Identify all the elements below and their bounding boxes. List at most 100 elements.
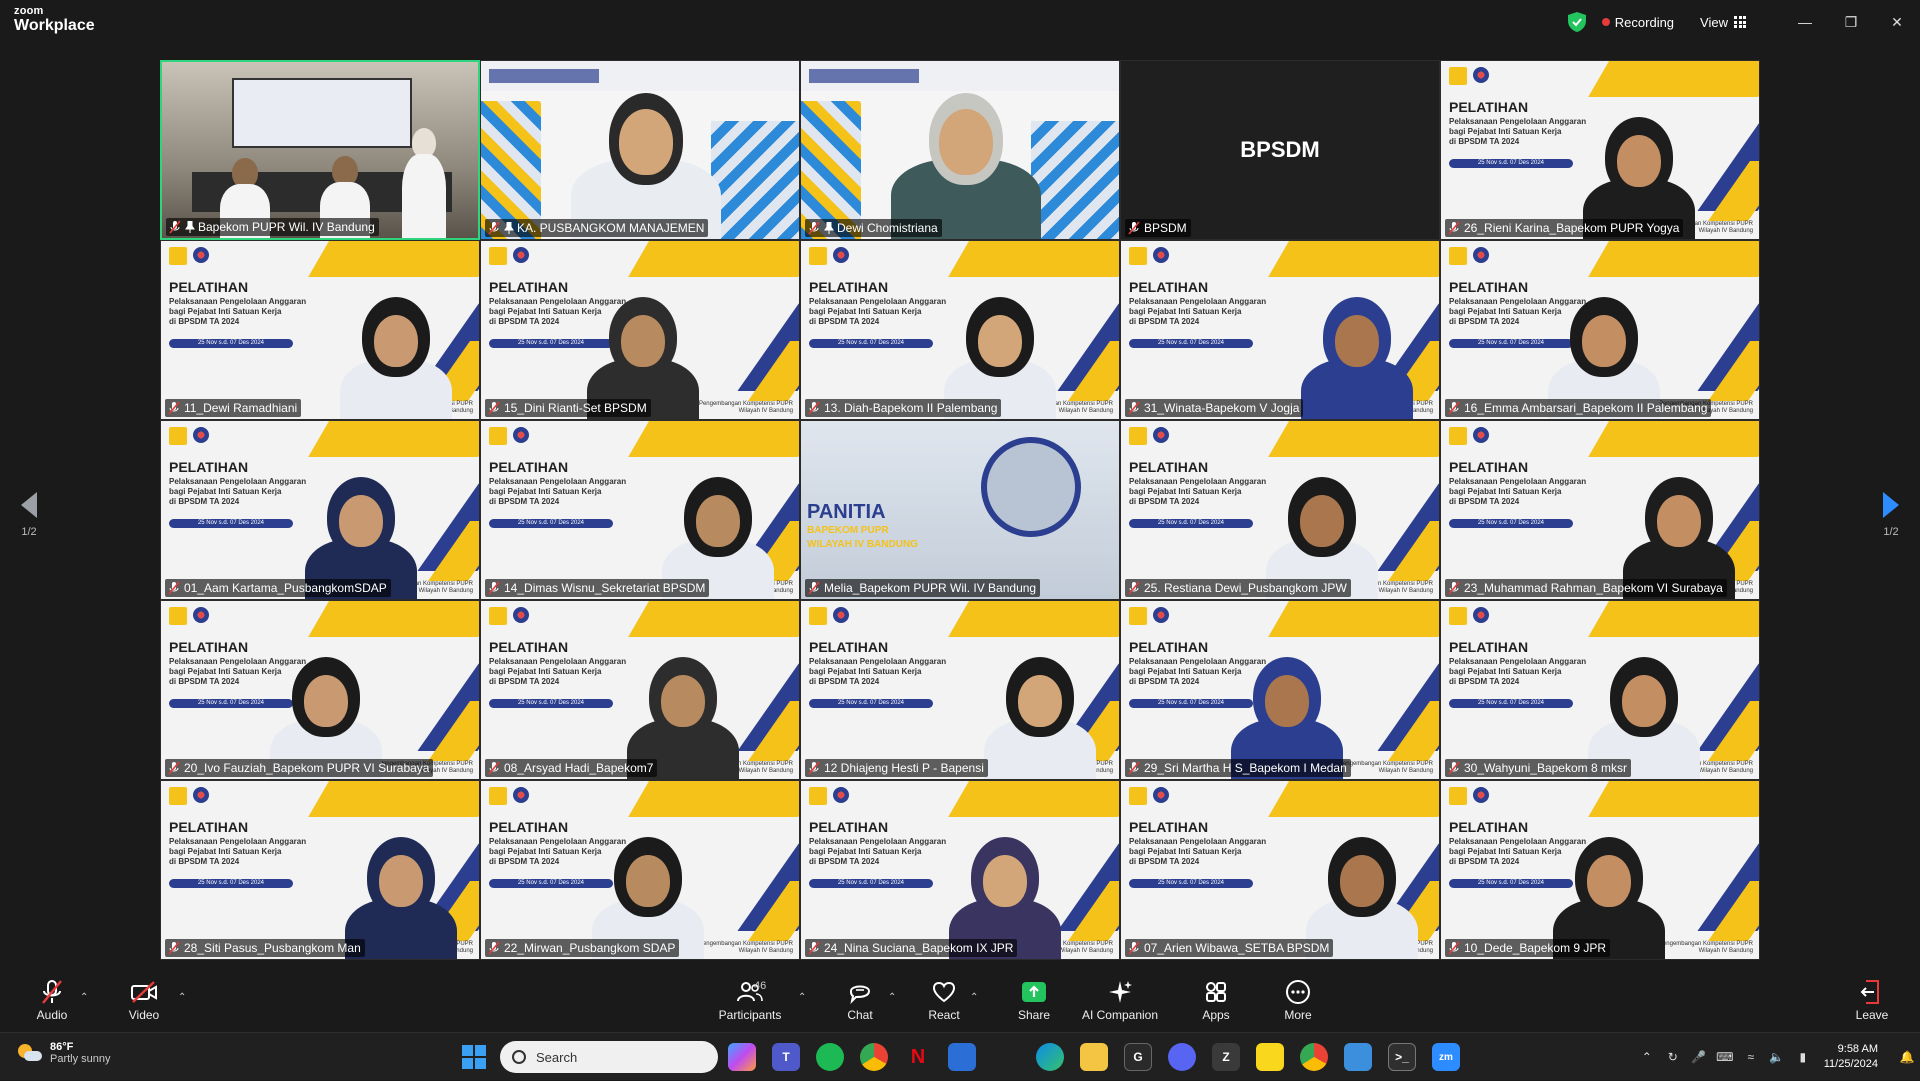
apps-button[interactable]: Apps xyxy=(1176,978,1256,1022)
participant-tile[interactable]: PELATIHAN Pelaksanaan Pengelolaan Anggara… xyxy=(1440,420,1760,600)
participant-name-label: 29_Sri Martha H S_Bapekom I Medan xyxy=(1125,759,1351,777)
share-button[interactable]: Share xyxy=(994,978,1074,1022)
slide-footer-line: Pengembangan Kompetensi PUPR xyxy=(1338,761,1433,767)
slide-date: 25 Nov s.d. 07 Des 2024 xyxy=(489,699,613,708)
participant-name-label: 26_Rieni Karina_Bapekom PUPR Yogya xyxy=(1445,219,1684,237)
participant-name-label: Dewi Chomistriana xyxy=(805,219,942,237)
participant-tile[interactable]: PANITIA BAPEKOM PUPR WILAYAH IV BANDUNG Mel… xyxy=(800,420,1120,600)
video-button[interactable]: Video xyxy=(104,978,184,1022)
copilot-icon[interactable] xyxy=(728,1043,756,1071)
participant-tile[interactable]: KA. PUSBANGKOM MANAJEMEN xyxy=(480,60,800,240)
participant-tile[interactable]: PELATIHAN Pelaksanaan Pengelolaan Anggara… xyxy=(1120,420,1440,600)
participant-tile[interactable]: PELATIHAN Pelaksanaan Pengelolaan Anggara… xyxy=(160,780,480,960)
wifi-icon[interactable]: ≈ xyxy=(1744,1033,1758,1081)
participant-tile[interactable]: PELATIHAN Pelaksanaan Pengelolaan Anggara… xyxy=(1440,780,1760,960)
terminal-icon[interactable]: >_ xyxy=(1388,1043,1416,1071)
previous-page-button[interactable]: 1/2 xyxy=(14,492,44,538)
pupr-logo-icon xyxy=(489,787,507,805)
video-options-caret[interactable]: ⌃ xyxy=(178,992,186,1003)
participant-tile[interactable]: PELATIHAN Pelaksanaan Pengelolaan Anggara… xyxy=(160,600,480,780)
spotify-icon[interactable] xyxy=(816,1043,844,1071)
participant-tile[interactable]: PELATIHAN Pelaksanaan Pengelolaan Anggara… xyxy=(800,240,1120,420)
participant-name-label: 31_Winata-Bapekom V Jogja xyxy=(1125,399,1304,417)
bpsdm-logo-icon xyxy=(1153,787,1169,803)
next-page-button[interactable]: 1/2 xyxy=(1876,492,1906,538)
slide-subtitle: Pelaksanaan Pengelolaan Anggaran bagi Pej… xyxy=(489,477,669,507)
volume-icon[interactable]: 🔈 xyxy=(1769,1033,1784,1081)
participant-name: 20_Ivo Fauziah_Bapekom PUPR VI Surabaya xyxy=(184,761,430,775)
taskbar-search-box[interactable]: Search xyxy=(500,1041,718,1073)
more-button[interactable]: More xyxy=(1258,978,1338,1022)
security-shield-icon[interactable] xyxy=(1567,12,1586,32)
bpsdm-logo-icon xyxy=(1473,67,1489,83)
battery-icon[interactable]: ▮ xyxy=(1796,1033,1810,1081)
participant-tile[interactable]: PELATIHAN Pelaksanaan Pengelolaan Anggara… xyxy=(160,420,480,600)
mic-muted-icon xyxy=(808,761,820,775)
participant-name-label: 25. Restiana Dewi_Pusbangkom JPW xyxy=(1125,579,1351,597)
participants-options-caret[interactable]: ⌃ xyxy=(798,992,806,1003)
participant-tile[interactable]: Bapekom PUPR Wil. IV Bandung xyxy=(160,60,480,240)
file-explorer-icon[interactable] xyxy=(1080,1043,1108,1071)
participant-tile[interactable]: PELATIHAN Pelaksanaan Pengelolaan Anggara… xyxy=(480,420,800,600)
participant-tile[interactable]: Dewi Chomistriana xyxy=(800,60,1120,240)
participant-tile[interactable]: PELATIHAN Pelaksanaan Pengelolaan Anggara… xyxy=(1440,60,1760,240)
ai-companion-button[interactable]: AI Companion xyxy=(1080,978,1160,1022)
participant-tile[interactable]: PELATIHAN Pelaksanaan Pengelolaan Anggara… xyxy=(480,780,800,960)
participant-video xyxy=(891,79,1041,239)
participant-tile[interactable]: PELATIHAN Pelaksanaan Pengelolaan Anggara… xyxy=(1120,240,1440,420)
zoom-taskbar-icon[interactable]: zm xyxy=(1432,1043,1460,1071)
participant-name: 14_Dimas Wisnu_Sekretariat BPSDM xyxy=(504,581,706,595)
participants-label: Participants xyxy=(718,1008,782,1022)
react-options-caret[interactable]: ⌃ xyxy=(970,992,978,1003)
slide-date: 25 Nov s.d. 07 Des 2024 xyxy=(1449,699,1573,708)
microphone-icon[interactable]: 🎤 xyxy=(1691,1033,1706,1081)
view-button[interactable]: View xyxy=(1700,15,1746,30)
weather-widget[interactable]: 86°F Partly sunny xyxy=(16,1041,111,1065)
mic-muted-icon xyxy=(808,941,820,955)
show-hidden-icons-caret[interactable]: ⌃ xyxy=(1640,1033,1654,1081)
participant-tile[interactable]: PELATIHAN Pelaksanaan Pengelolaan Anggara… xyxy=(1120,780,1440,960)
mic-muted-icon xyxy=(808,401,820,415)
participant-tile[interactable]: PELATIHAN Pelaksanaan Pengelolaan Anggara… xyxy=(1440,600,1760,780)
slide-title: PELATIHAN xyxy=(169,639,249,655)
sparkle-icon xyxy=(1109,981,1132,1003)
chrome-profile-icon[interactable] xyxy=(1300,1043,1328,1071)
grid-icon xyxy=(1734,16,1746,28)
participants-button[interactable]: 46 Participants xyxy=(710,978,790,1022)
teams-icon[interactable]: T xyxy=(772,1043,800,1071)
recording-indicator[interactable]: Recording xyxy=(1601,15,1674,30)
participant-tile[interactable]: BPSDM BPSDM xyxy=(1120,60,1440,240)
edge-icon[interactable] xyxy=(1036,1043,1064,1071)
sync-icon[interactable]: ↻ xyxy=(1666,1033,1680,1081)
participant-tile[interactable]: PELATIHAN Pelaksanaan Pengelolaan Anggara… xyxy=(1440,240,1760,420)
windows-start-icon[interactable] xyxy=(462,1045,486,1069)
slide-title: PELATIHAN xyxy=(169,819,249,835)
chrome-icon[interactable] xyxy=(860,1043,888,1071)
taskbar-clock[interactable]: 9:58 AM 11/25/2024 xyxy=(1824,1042,1878,1072)
minimize-button[interactable]: — xyxy=(1782,0,1828,44)
sticky-notes-icon[interactable] xyxy=(1256,1043,1284,1071)
participant-tile[interactable]: PELATIHAN Pelaksanaan Pengelolaan Anggara… xyxy=(480,240,800,420)
restore-button[interactable]: ❐ xyxy=(1828,0,1874,44)
keyboard-icon[interactable]: ⌨ xyxy=(1716,1033,1733,1081)
zed-icon[interactable]: Z xyxy=(1212,1043,1240,1071)
participant-tile[interactable]: PELATIHAN Pelaksanaan Pengelolaan Anggara… xyxy=(160,240,480,420)
close-button[interactable]: ✕ xyxy=(1874,0,1920,44)
pupr-logo-icon xyxy=(169,247,187,265)
notification-bell-icon[interactable]: 🔔 xyxy=(1900,1033,1915,1081)
screen-snip-icon[interactable] xyxy=(1344,1043,1372,1071)
leave-button[interactable]: Leave xyxy=(1832,978,1912,1022)
participant-tile[interactable]: PELATIHAN Pelaksanaan Pengelolaan Anggara… xyxy=(480,600,800,780)
participant-name-label: 23_Muhammad Rahman_Bapekom VI Surabaya xyxy=(1445,579,1727,597)
netflix-icon[interactable]: N xyxy=(904,1043,932,1071)
participant-tile[interactable]: PELATIHAN Pelaksanaan Pengelolaan Anggara… xyxy=(800,600,1120,780)
heart-icon xyxy=(932,981,956,1003)
discord-icon[interactable] xyxy=(1168,1043,1196,1071)
participant-tile[interactable]: PELATIHAN Pelaksanaan Pengelolaan Anggara… xyxy=(800,780,1120,960)
capcut-icon[interactable]: G xyxy=(1124,1043,1152,1071)
audio-options-caret[interactable]: ⌃ xyxy=(80,992,88,1003)
chat-options-caret[interactable]: ⌃ xyxy=(888,992,896,1003)
participant-tile[interactable]: PELATIHAN Pelaksanaan Pengelolaan Anggara… xyxy=(1120,600,1440,780)
pupr-logo-icon xyxy=(1129,787,1147,805)
store-icon[interactable] xyxy=(948,1043,976,1071)
